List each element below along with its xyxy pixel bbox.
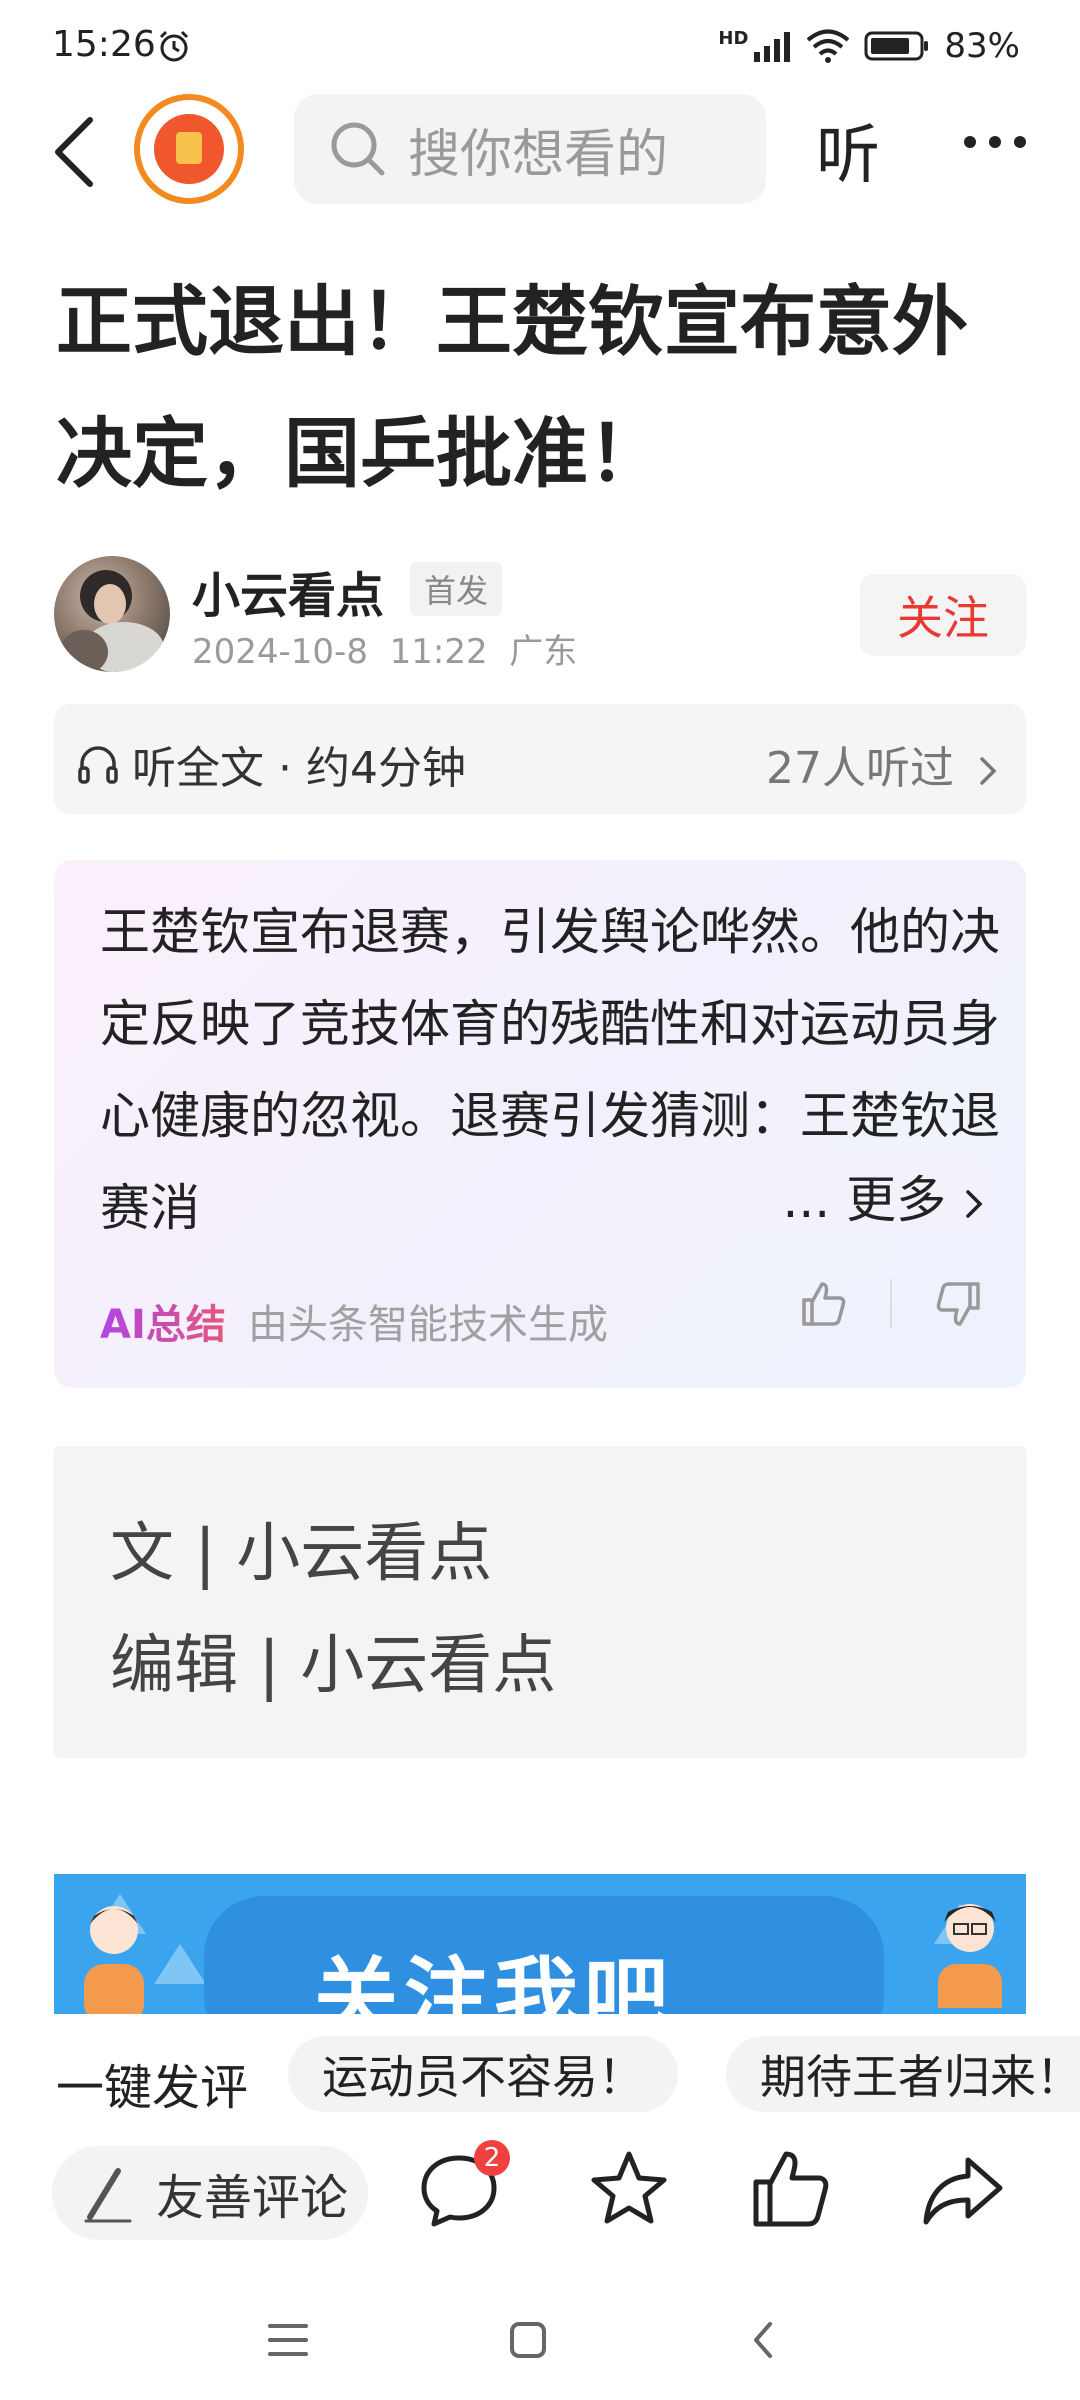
credit-writer: 文 | 小云看点 [110,1517,493,1591]
listen-button[interactable]: 听 [816,104,880,196]
publish-location: 广东 [509,632,578,672]
chevron-right-icon [980,757,997,785]
credit-editor: 编辑 | 小云看点 [110,1629,557,1703]
search-placeholder: 搜你想看的 [408,124,669,185]
pen-icon [84,2168,132,2223]
ai-summary-card: 王楚钦宣布退赛，引发舆论哗然。他的决定反映了竞技体育的残酷性和对运动员身心健康的… [54,860,1026,1388]
ai-summary-ellipsis: ... [782,1171,831,1229]
banner-text: 关注我吧 [314,1948,675,2014]
ai-summary-more-label: 更多 [846,1171,947,1229]
first-publish-badge: 首发 [410,562,503,616]
status-icons: HD 83% [718,26,1020,66]
listen-count-group: 27人听过 [766,732,1000,796]
quick-comment-row: 一键发评 运动员不容易！ 期待王者归来！ [0,2022,1080,2126]
ai-summary-label: AI总结 [100,1292,226,1350]
headphone-icon [78,746,118,784]
listen-count: 27人听过 [766,743,954,794]
quick-comment-chip[interactable]: 期待王者归来！ [726,2036,1080,2112]
battery-icon [864,31,929,61]
comment-count-badge: 2 [474,2140,510,2176]
star-icon[interactable] [584,2144,674,2234]
signal-icon [754,32,791,62]
quick-comment-label: 一键发评 [56,2060,249,2116]
like-icon[interactable] [746,2144,836,2234]
thumbs-up-icon[interactable] [798,1278,850,1330]
chevron-right-icon [966,1189,983,1218]
article-title: 正式退出！王楚钦宣布意外决定，国乒批准！ [56,277,968,498]
listen-full-text-bar[interactable]: 听全文 · 约4分钟 27人听过 [54,704,1026,814]
author-name[interactable]: 小云看点 [192,556,384,626]
battery-level: 83% [944,26,1020,66]
ai-feedback [798,1278,984,1330]
cartoon-man-icon [938,1904,1002,2008]
back-icon[interactable] [46,112,106,192]
home-nav-icon[interactable] [506,2318,550,2362]
search-bar[interactable]: 搜你想看的 [294,94,766,204]
listen-label-group: 听全文 · 约4分钟 [76,732,466,796]
quick-comment-chip[interactable]: 运动员不容易！ [288,2036,678,2112]
publish-time: 11:22 [389,632,488,672]
status-bar: 15:26 HD 83% [0,0,1080,90]
status-time: 15:26 [52,24,156,65]
ai-summary-note: 由头条智能技术生成 [248,1302,608,1348]
comment-placeholder: 友善评论 [156,2170,349,2226]
credits-block: 文 | 小云看点 编辑 | 小云看点 [54,1446,1026,1758]
system-nav-bar [0,2290,1080,2400]
ai-summary-more[interactable]: ... 更多 [742,1160,986,1232]
wifi-icon [807,29,850,63]
search-icon [331,122,385,176]
thumbs-down-icon[interactable] [932,1278,984,1330]
back-nav-icon[interactable] [748,2318,778,2362]
more-icon[interactable] [960,122,1030,162]
red-packet-icon [154,114,224,184]
alarm-icon [159,30,189,62]
cartoon-girl-icon [84,1906,144,2014]
avatar[interactable] [54,556,170,672]
share-icon[interactable] [918,2144,1008,2234]
publish-date: 2024-10-8 [192,632,368,672]
banner-pill: 关注我吧 [204,1896,884,2014]
follow-button[interactable]: 关注 [860,574,1026,656]
comment-input[interactable]: 友善评论 [52,2146,368,2240]
divider [890,1279,892,1329]
menu-nav-icon[interactable] [266,2320,310,2360]
publish-info: 2024-10-8 11:22 广东 [192,624,577,673]
network-type: HD [718,27,749,49]
app-logo[interactable] [134,94,244,204]
listen-label: 听全文 · 约4分钟 [132,743,466,794]
follow-banner[interactable]: 关注我吧 [54,1874,1026,2014]
